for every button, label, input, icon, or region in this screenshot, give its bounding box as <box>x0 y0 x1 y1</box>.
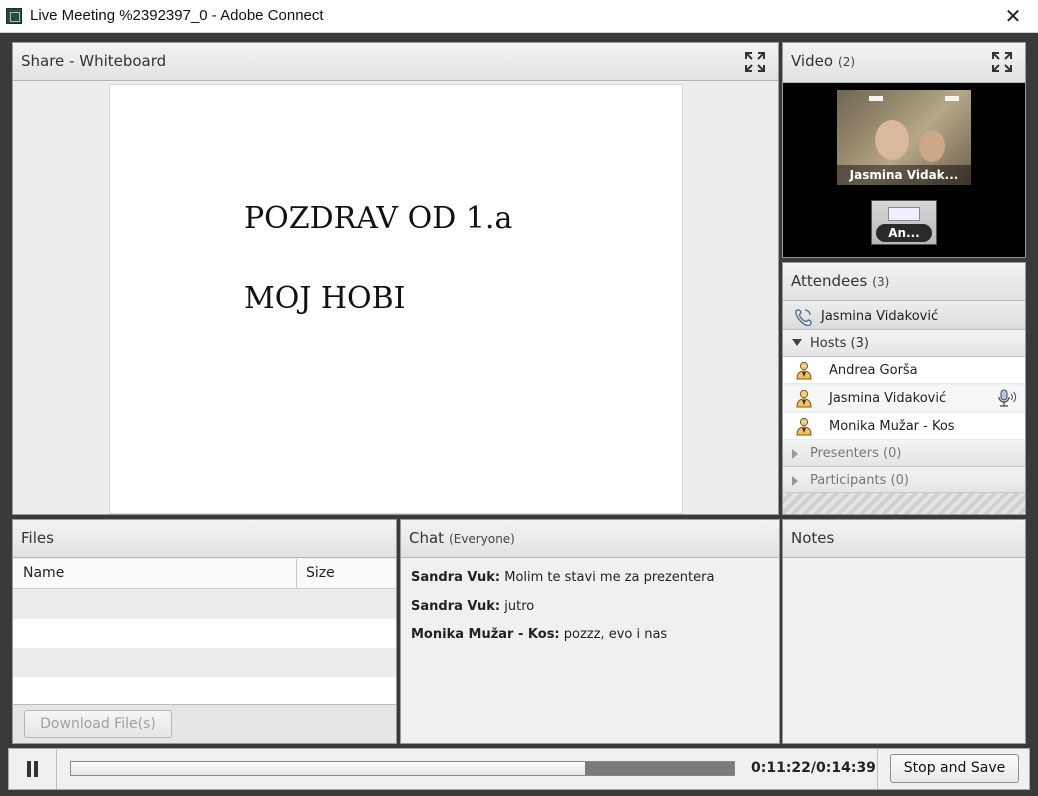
chat-scope: (Everyone) <box>449 532 515 546</box>
chat-text: Molim te stavi me za prezentera <box>500 570 715 585</box>
chat-pod-title: Chat (Everyone) <box>409 529 515 547</box>
attendees-count: (3) <box>872 275 890 289</box>
attendees-pod-title: Attendees (3) <box>791 272 889 290</box>
whiteboard-text-line-2: MOJ HOBI <box>244 281 406 316</box>
column-divider[interactable] <box>296 559 297 589</box>
window-titlebar: Live Meeting %2392397_0 - Adobe Connect … <box>0 0 1038 33</box>
whiteboard-page[interactable]: POZDRAV OD 1.a MOJ HOBI <box>109 84 683 514</box>
host-user-icon <box>796 389 812 408</box>
attendee-row[interactable]: Jasmina Vidaković <box>783 385 1025 412</box>
webcam-feed-main[interactable]: Jasmina Vidak... <box>837 90 971 185</box>
pause-button[interactable] <box>9 749 57 789</box>
window-title: Live Meeting %2392397_0 - Adobe Connect <box>30 7 324 24</box>
telephone-icon <box>795 309 812 326</box>
webcam-main-name: Jasmina Vidak... <box>837 165 971 185</box>
chat-message: Sandra Vuk: Molim te stavi me za prezent… <box>411 570 714 585</box>
attendees-title-label: Attendees <box>791 272 868 290</box>
host-user-icon <box>796 417 812 436</box>
notes-pod-title: Notes <box>791 529 835 547</box>
webcam-small-name: An... <box>876 224 932 242</box>
attendee-row[interactable]: Andrea Gorša <box>783 357 1025 384</box>
playback-bar: 0:11:22/0:14:39 Stop and Save <box>8 748 1030 790</box>
attendee-name: Andrea Gorša <box>829 363 918 378</box>
column-header-name[interactable]: Name <box>23 565 64 581</box>
fullscreen-expand-icon[interactable] <box>744 51 766 73</box>
attendees-resize-gripper[interactable] <box>783 492 1025 514</box>
chevron-down-icon <box>792 339 802 346</box>
video-count: (2) <box>838 55 856 69</box>
host-user-icon <box>796 361 812 380</box>
chat-text: jutro <box>500 599 535 614</box>
participants-group-label: Participants (0) <box>810 473 909 488</box>
fullscreen-expand-icon[interactable] <box>991 51 1013 73</box>
notes-pod-header: Notes <box>783 520 1025 558</box>
files-pod: Files Name Size Download File(s) <box>12 519 397 744</box>
video-title-label: Video <box>791 52 834 70</box>
ceiling-light <box>945 96 959 101</box>
webcam-person <box>919 130 945 162</box>
download-files-button[interactable]: Download File(s) <box>24 710 172 738</box>
chat-sender: Sandra Vuk: <box>411 570 501 585</box>
presenters-group-header[interactable]: Presenters (0) <box>783 440 1025 467</box>
attendee-row[interactable]: Monika Mužar - Kos <box>783 413 1025 440</box>
attendee-name: Jasmina Vidaković <box>829 391 947 406</box>
table-row[interactable] <box>13 648 396 677</box>
chat-message: Monika Mužar - Kos: pozzz, evo i nas <box>411 627 667 642</box>
chat-messages-area[interactable]: Sandra Vuk: Molim te stavi me za prezent… <box>401 559 779 743</box>
notes-pod: Notes <box>782 519 1026 744</box>
attendees-pod-header: Attendees (3) <box>783 263 1025 301</box>
files-footer: Download File(s) <box>13 704 396 743</box>
files-table-header: Name Size <box>13 559 396 589</box>
webcam-person <box>875 120 909 160</box>
microphone-active-icon <box>998 389 1017 407</box>
table-row[interactable] <box>13 677 396 706</box>
column-header-size[interactable]: Size <box>306 565 335 581</box>
playback-progress-fill <box>71 762 586 775</box>
share-pod-title: Share - Whiteboard <box>21 52 167 70</box>
chat-text: pozzz, evo i nas <box>559 627 668 642</box>
hosts-group-header[interactable]: Hosts (3) <box>783 330 1025 357</box>
table-row[interactable] <box>13 619 396 648</box>
share-pod: Share - Whiteboard POZDRAV OD 1.a MOJ HO… <box>12 42 779 515</box>
share-pod-header: Share - Whiteboard <box>13 43 778 81</box>
current-user-name: Jasmina Vidaković <box>821 309 939 324</box>
table-row[interactable] <box>13 590 396 619</box>
participants-group-header[interactable]: Participants (0) <box>783 467 1025 494</box>
presenters-group-label: Presenters (0) <box>810 446 902 461</box>
chevron-right-icon <box>792 476 798 486</box>
divider <box>877 749 878 789</box>
hosts-group-label: Hosts (3) <box>810 336 869 351</box>
whiteboard-canvas-area[interactable]: POZDRAV OD 1.a MOJ HOBI <box>13 82 778 514</box>
chat-title-label: Chat <box>409 529 445 547</box>
chat-sender: Monika Mužar - Kos: <box>411 627 560 642</box>
current-user-row[interactable]: Jasmina Vidaković <box>783 303 1025 330</box>
close-window-button[interactable]: ✕ <box>998 3 1028 29</box>
screen-thumbnail <box>888 207 920 221</box>
files-pod-title: Files <box>21 529 54 547</box>
files-pod-header: Files <box>13 520 396 558</box>
chat-sender: Sandra Vuk: <box>411 599 501 614</box>
video-pod-title: Video (2) <box>791 52 855 70</box>
chevron-right-icon <box>792 449 798 459</box>
video-pod-header: Video (2) <box>783 43 1025 83</box>
playback-time: 0:11:22/0:14:39 <box>751 760 876 776</box>
video-pod: Video (2) Jasmina Vidak... An... <box>782 42 1026 258</box>
ceiling-light <box>869 96 883 101</box>
chat-message: Sandra Vuk: jutro <box>411 599 534 614</box>
attendee-name: Monika Mužar - Kos <box>829 419 955 434</box>
playback-progress-slider[interactable] <box>70 761 735 776</box>
whiteboard-text-line-1: POZDRAV OD 1.a <box>244 201 513 236</box>
chat-pod-header: Chat (Everyone) <box>401 520 779 558</box>
webcam-feed-small[interactable]: An... <box>871 200 937 245</box>
chat-pod: Chat (Everyone) Sandra Vuk: Molim te stav… <box>400 519 780 744</box>
notes-area[interactable] <box>783 559 1025 743</box>
stop-and-save-button[interactable]: Stop and Save <box>890 754 1019 783</box>
adobe-connect-app-icon <box>6 8 22 24</box>
attendees-pod: Attendees (3) Jasmina Vidaković Hosts (3)… <box>782 262 1026 515</box>
